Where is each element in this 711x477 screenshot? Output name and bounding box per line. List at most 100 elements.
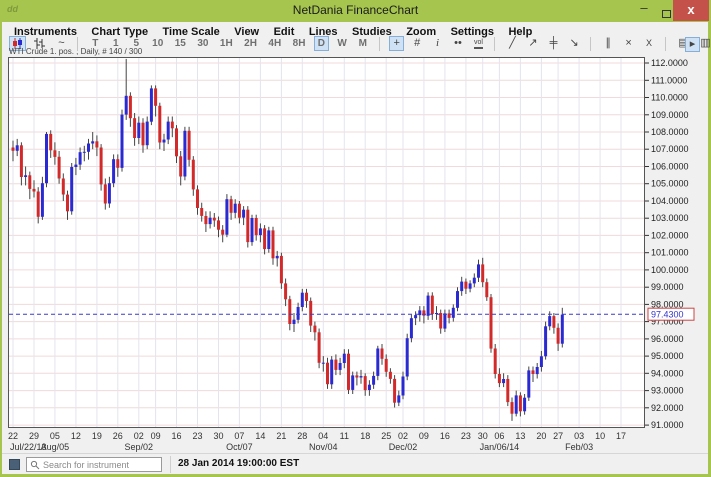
svg-text:94.0000: 94.0000: [651, 368, 684, 378]
svg-text:02: 02: [398, 431, 408, 441]
delete-all-icon: X: [646, 38, 652, 49]
svg-text:16: 16: [440, 431, 450, 441]
svg-text:102.0000: 102.0000: [651, 230, 689, 240]
delete-drawing-icon: ×: [625, 38, 631, 49]
svg-text:29: 29: [29, 431, 39, 441]
compare-button[interactable]: ••: [451, 36, 466, 51]
crosshair-icon: +: [393, 38, 399, 49]
svg-text:10: 10: [595, 431, 605, 441]
parallel-lines-button[interactable]: ∥: [601, 36, 616, 51]
svg-text:97.4300: 97.4300: [651, 310, 684, 320]
info-button[interactable]: i: [430, 36, 445, 51]
maximize-icon: [662, 10, 671, 18]
svg-text:09: 09: [419, 431, 429, 441]
timescale-8h-button[interactable]: 8H: [290, 36, 309, 51]
info-icon: i: [436, 38, 439, 49]
svg-text:12: 12: [71, 431, 81, 441]
window-title: NetDania FinanceChart: [0, 3, 711, 17]
volume-button[interactable]: vol: [471, 36, 486, 51]
svg-text:108.0000: 108.0000: [651, 127, 689, 137]
toolbar-separator: [494, 37, 495, 51]
svg-text:107.0000: 107.0000: [651, 144, 689, 154]
svg-text:19: 19: [92, 431, 102, 441]
svg-text:11: 11: [340, 431, 349, 441]
close-button[interactable]: x: [673, 0, 709, 21]
svg-text:93.0000: 93.0000: [651, 386, 684, 396]
svg-text:25: 25: [381, 431, 391, 441]
delete-drawing-button[interactable]: ×: [621, 36, 636, 51]
svg-text:17: 17: [616, 431, 626, 441]
svg-text:23: 23: [192, 431, 202, 441]
svg-text:Aug/05: Aug/05: [41, 442, 70, 452]
svg-text:Nov/04: Nov/04: [309, 442, 338, 452]
timescale-2h-button[interactable]: 2H: [241, 36, 260, 51]
svg-text:Oct/07: Oct/07: [226, 442, 253, 452]
svg-text:28: 28: [297, 431, 307, 441]
timescale-4h-button[interactable]: 4H: [265, 36, 284, 51]
svg-text:30: 30: [213, 431, 223, 441]
svg-text:104.0000: 104.0000: [651, 196, 689, 206]
minimize-button[interactable]: –: [633, 0, 655, 21]
delete-all-button[interactable]: X: [642, 36, 657, 51]
svg-text:95.0000: 95.0000: [651, 351, 684, 361]
svg-text:03: 03: [574, 431, 584, 441]
svg-text:04: 04: [318, 431, 328, 441]
svg-text:109.0000: 109.0000: [651, 110, 689, 120]
toolbar-separator: [665, 37, 666, 51]
timescale-monthly-button[interactable]: M: [355, 36, 370, 51]
crosshair-button[interactable]: +: [389, 36, 404, 51]
chart-area[interactable]: 112.0000111.0000110.0000109.0000108.0000…: [8, 57, 705, 454]
title-bar: dd NetDania FinanceChart – x: [0, 0, 711, 22]
svg-text:91.0000: 91.0000: [651, 420, 684, 430]
svg-text:20: 20: [536, 431, 546, 441]
trend-line-button[interactable]: ╱: [505, 36, 520, 51]
timescale-daily-button[interactable]: D: [314, 36, 329, 51]
parallel-lines-icon: ∥: [605, 38, 611, 49]
timescale-1h-button[interactable]: 1H: [217, 36, 236, 51]
grid-button[interactable]: #: [410, 36, 425, 51]
channel-button[interactable]: ╪: [546, 36, 561, 51]
svg-text:06: 06: [494, 431, 504, 441]
svg-text:16: 16: [171, 431, 181, 441]
timescale-weekly-button[interactable]: W: [334, 36, 349, 51]
svg-text:07: 07: [234, 431, 244, 441]
connection-status-icon: [9, 459, 20, 470]
svg-text:18: 18: [360, 431, 370, 441]
search-icon: [30, 460, 40, 470]
svg-text:Sep/02: Sep/02: [125, 442, 154, 452]
window-content: Instruments Chart Type Time Scale View E…: [2, 22, 708, 474]
svg-text:101.0000: 101.0000: [651, 248, 689, 258]
svg-text:13: 13: [515, 431, 525, 441]
timescale-15m-button[interactable]: 15: [172, 36, 189, 51]
svg-text:106.0000: 106.0000: [651, 162, 689, 172]
svg-text:21: 21: [276, 431, 286, 441]
toolbar-separator: [590, 37, 591, 51]
status-separator: [170, 456, 171, 473]
svg-text:100.0000: 100.0000: [651, 265, 689, 275]
svg-text:92.0000: 92.0000: [651, 403, 684, 413]
svg-text:Feb/03: Feb/03: [565, 442, 593, 452]
svg-text:05: 05: [50, 431, 60, 441]
trend-arrow-icon: ↗: [528, 38, 537, 49]
svg-text:27: 27: [553, 431, 563, 441]
search-placeholder: Search for instrument: [43, 460, 129, 470]
svg-text:111.0000: 111.0000: [651, 75, 687, 85]
panel-toggle-button[interactable]: ▸: [685, 37, 700, 52]
svg-text:14: 14: [255, 431, 265, 441]
instrument-search-input[interactable]: Search for instrument: [26, 457, 162, 472]
timescale-10m-button[interactable]: 10: [149, 36, 166, 51]
svg-text:23: 23: [461, 431, 471, 441]
last-update-timestamp: 28 Jan 2014 19:00:00 EST: [178, 458, 299, 469]
ray-line-icon: ↘: [569, 38, 578, 49]
trend-arrow-button[interactable]: ↗: [525, 36, 540, 51]
svg-text:02: 02: [134, 431, 144, 441]
price-chart-svg[interactable]: 112.0000111.0000110.0000109.0000108.0000…: [8, 57, 705, 454]
svg-text:103.0000: 103.0000: [651, 213, 689, 223]
timescale-30m-button[interactable]: 30: [194, 36, 211, 51]
menu-bar: Instruments Chart Type Time Scale View E…: [14, 22, 542, 35]
print-preview-icon: ▥: [700, 38, 710, 49]
ray-line-button[interactable]: ↘: [566, 36, 581, 51]
grid-icon: #: [414, 38, 420, 49]
compare-icon: ••: [454, 38, 462, 49]
svg-text:26: 26: [113, 431, 123, 441]
